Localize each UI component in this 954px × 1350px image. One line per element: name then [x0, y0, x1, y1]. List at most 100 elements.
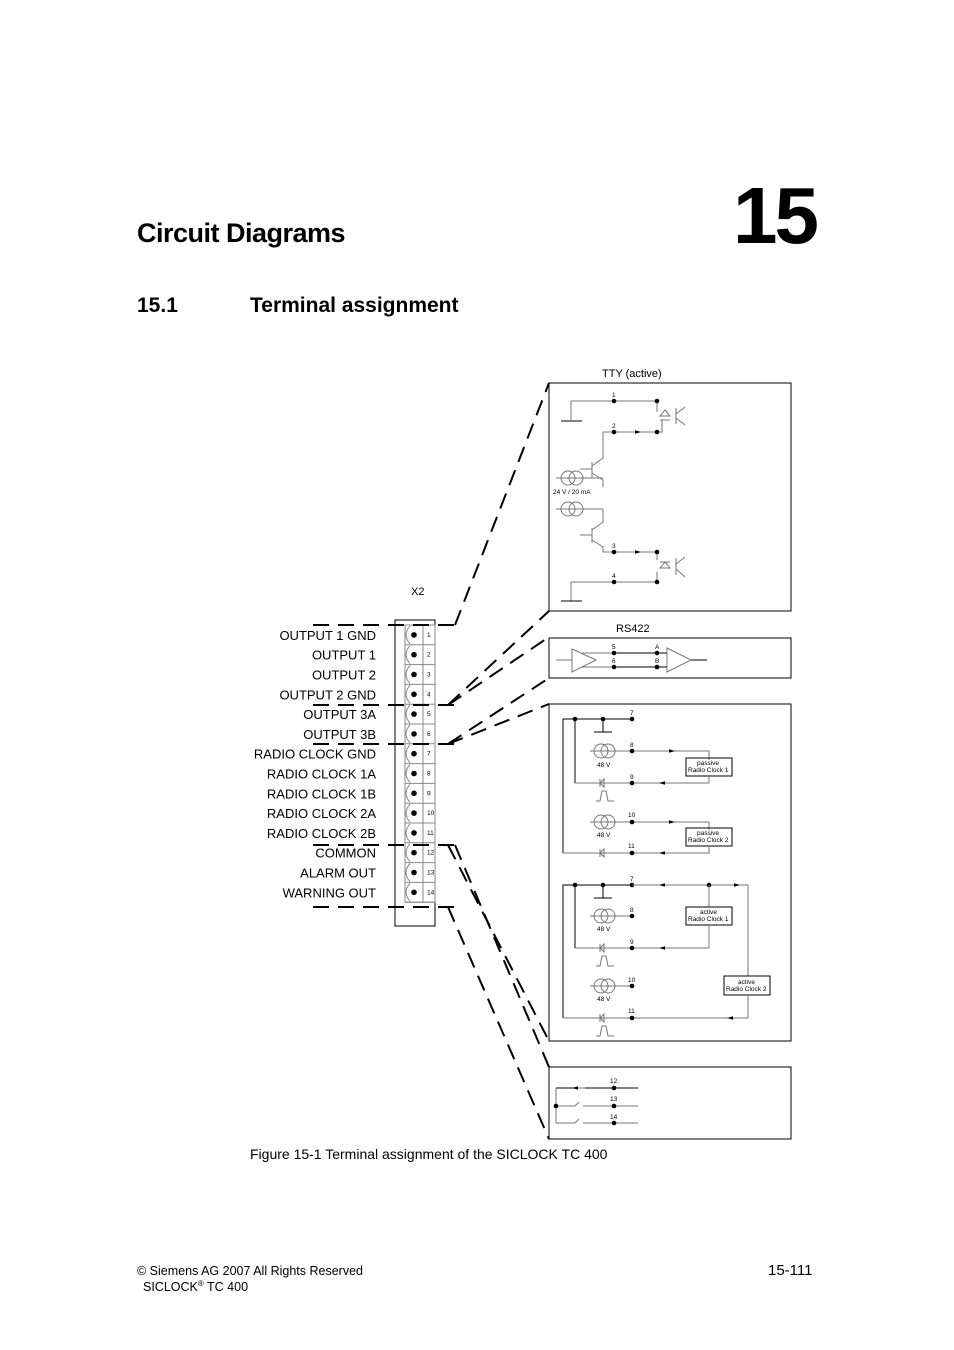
terminal-pin: 7: [405, 744, 435, 765]
pin-number: 10: [427, 810, 435, 817]
svg-text:A: A: [655, 644, 660, 651]
svg-text:10: 10: [628, 812, 636, 819]
screw-terminal-icon: [411, 810, 417, 816]
screw-terminal-icon: [411, 691, 417, 698]
pin-number: 6: [427, 731, 431, 738]
pin-number: 4: [427, 691, 431, 698]
footer-product: SICLOCK® TC 400: [143, 1279, 248, 1294]
svg-text:passive: passive: [697, 830, 719, 837]
svg-text:active: active: [700, 909, 717, 916]
terminal-pin: 6: [405, 724, 435, 745]
tty-circuit: 1 2 24 V / 20 mA 3 4: [553, 392, 686, 602]
callout-line: [447, 636, 550, 706]
pin-number: 11: [427, 830, 434, 837]
pin-number: 7: [427, 751, 431, 758]
terminal-label: COMMON: [315, 846, 376, 861]
pin-number: 3: [427, 672, 431, 679]
terminal-label: OUTPUT 3B: [303, 727, 376, 742]
screw-terminal-icon: [411, 711, 417, 717]
screw-terminal-icon: [411, 790, 417, 797]
terminal-block: 1234567891011121314: [404, 624, 436, 903]
terminal-label: WARNING OUT: [283, 885, 376, 900]
terminal-pin: 13: [405, 863, 435, 883]
terminal-pin: 4: [405, 684, 435, 705]
radio-active-circuit: 7 active Radio Clock 1 8 48 V 9 10 48 V …: [562, 876, 771, 1037]
svg-text:B: B: [655, 658, 659, 665]
svg-text:Radio Clock 1: Radio Clock 1: [688, 767, 729, 774]
svg-text:13: 13: [610, 1096, 618, 1103]
svg-text:10: 10: [628, 977, 636, 984]
screw-terminal-icon: [411, 750, 417, 757]
svg-text:8: 8: [630, 742, 634, 749]
terminal-label: RADIO CLOCK 1B: [267, 786, 376, 801]
terminal-label: OUTPUT 3A: [303, 707, 376, 722]
callout-line: [447, 677, 550, 745]
svg-text:48 V: 48 V: [597, 996, 611, 1003]
screw-terminal-icon: [411, 632, 417, 638]
pin-number: 2: [427, 652, 431, 659]
pin-number: 13: [427, 870, 435, 877]
terminal-pin: 8: [405, 764, 435, 784]
pin-number: 1: [427, 632, 431, 639]
terminal-label: RADIO CLOCK 2A: [267, 806, 376, 821]
connector-name: X2: [411, 586, 424, 598]
terminal-label: RADIO CLOCK GND: [254, 747, 376, 762]
terminal-pin: 10: [405, 803, 435, 824]
svg-text:3: 3: [612, 543, 616, 550]
svg-text:48 V: 48 V: [597, 762, 611, 769]
svg-text:9: 9: [630, 774, 634, 781]
registered-mark: ®: [197, 1279, 204, 1288]
terminal-pin: 1: [405, 625, 435, 646]
page-number: 15-111: [768, 1262, 813, 1279]
screw-terminal-icon: [411, 731, 417, 737]
terminal-pin: 9: [405, 783, 435, 804]
callout-line: [454, 382, 550, 626]
callout-line: [447, 610, 550, 706]
svg-text:8: 8: [630, 907, 634, 914]
relay-panel: [548, 1066, 792, 1140]
svg-text:active: active: [738, 979, 755, 986]
terminal-labels: OUTPUT 1 GND OUTPUT 1 OUTPUT 2 OUTPUT 2 GND…: [254, 628, 376, 900]
svg-text:7: 7: [630, 876, 634, 883]
svg-text:Radio Clock 1: Radio Clock 1: [688, 916, 729, 923]
terminal-pin: 2: [405, 645, 435, 666]
pin-number: 9: [427, 790, 431, 797]
pin-number: 5: [427, 711, 431, 718]
screw-terminal-icon: [411, 651, 417, 658]
pin-number: 14: [427, 889, 435, 896]
product-name: SICLOCK: [143, 1280, 198, 1295]
terminal-pin: 12: [405, 843, 435, 864]
svg-text:6: 6: [612, 658, 616, 665]
svg-text:24 V / 20 mA: 24 V / 20 mA: [553, 489, 591, 496]
terminal-pin: 3: [405, 665, 435, 685]
screw-terminal-icon: [411, 671, 417, 678]
svg-text:9: 9: [630, 939, 634, 946]
svg-text:Radio Clock 2: Radio Clock 2: [688, 837, 729, 844]
relay-circuit: 12 13 14: [553, 1078, 638, 1126]
tty-panel: [548, 382, 792, 612]
terminal-label: OUTPUT 2 GND: [279, 687, 376, 702]
tty-title: TTY (active): [602, 368, 662, 380]
svg-text:passive: passive: [697, 760, 719, 767]
pin-number: 8: [427, 771, 431, 778]
terminal-label: ALARM OUT: [300, 866, 376, 881]
svg-text:2: 2: [612, 423, 616, 430]
terminal-label: OUTPUT 1: [312, 648, 376, 663]
svg-text:48 V: 48 V: [597, 832, 611, 839]
terminal-pin: 11: [405, 823, 435, 844]
rs422-panel: [548, 637, 792, 679]
svg-text:4: 4: [612, 573, 616, 580]
svg-text:11: 11: [628, 1008, 635, 1015]
rs422-title: RS422: [616, 623, 650, 635]
screw-terminal-icon: [411, 869, 417, 876]
terminal-pin: 14: [405, 882, 435, 903]
terminal-label: RADIO CLOCK 2B: [267, 826, 376, 841]
svg-text:11: 11: [628, 843, 635, 850]
terminal-pin: 5: [405, 704, 435, 725]
svg-text:7: 7: [630, 710, 634, 717]
svg-text:12: 12: [610, 1078, 618, 1085]
svg-text:14: 14: [610, 1114, 618, 1121]
terminal-label: RADIO CLOCK 1A: [267, 767, 376, 782]
svg-text:5: 5: [612, 644, 616, 651]
svg-text:48 V: 48 V: [597, 926, 611, 933]
